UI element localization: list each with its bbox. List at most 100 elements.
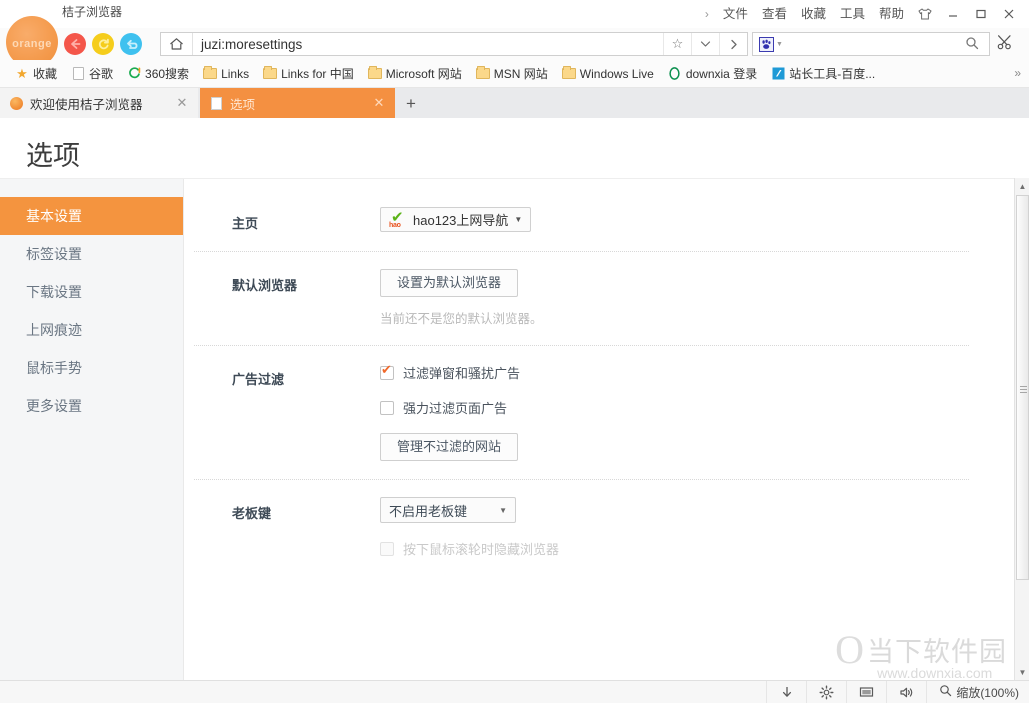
scroll-up-arrow-icon[interactable]: ▲ bbox=[1015, 178, 1029, 194]
bookmark-label: 收藏 bbox=[33, 65, 57, 82]
sidebar-item-more-settings[interactable]: 更多设置 bbox=[0, 387, 183, 425]
tab-bar: 欢迎使用桔子浏览器 ✕ 选项 ✕ + bbox=[0, 88, 1029, 118]
app-logo-label: orange bbox=[12, 38, 52, 50]
manage-whitelist-button[interactable]: 管理不过滤的网站 bbox=[380, 433, 518, 461]
bookmark-item-downxia-login[interactable]: downxia 登录 bbox=[661, 63, 764, 85]
baidu-paw-icon[interactable] bbox=[759, 37, 774, 52]
setting-body-homepage: ✔hao hao123上网导航 ▼ bbox=[380, 207, 1014, 233]
search-input[interactable] bbox=[965, 36, 979, 53]
page-title: 选项 bbox=[26, 134, 80, 173]
setting-row-boss-key: 老板键 不启用老板键 ▼ 按下鼠标滚轮时隐藏浏览器 bbox=[184, 479, 1014, 576]
menu-item-file[interactable]: 文件 bbox=[716, 0, 755, 28]
home-icon[interactable] bbox=[161, 33, 193, 55]
bookmark-item-chinaz-tool[interactable]: 站长工具-百度... bbox=[764, 63, 882, 85]
downloads-icon[interactable] bbox=[766, 681, 806, 703]
screenshot-scissors-icon[interactable] bbox=[997, 34, 1014, 56]
checkbox-row-popup-filter[interactable]: 过滤弹窗和骚扰广告 bbox=[380, 363, 1014, 382]
folder-icon bbox=[203, 67, 217, 81]
zoom-search-icon bbox=[939, 684, 952, 700]
sidebar-item-label: 鼠标手势 bbox=[26, 358, 82, 378]
menu-item-help[interactable]: 帮助 bbox=[872, 0, 911, 28]
scroll-down-arrow-icon[interactable]: ▼ bbox=[1015, 664, 1029, 680]
bookmark-item-360search[interactable]: 360搜索 bbox=[120, 63, 196, 85]
tool-icon bbox=[771, 67, 785, 81]
search-bar[interactable]: ▼ bbox=[752, 32, 990, 56]
back-button[interactable] bbox=[64, 33, 86, 55]
tab-label: 欢迎使用桔子浏览器 bbox=[30, 94, 174, 113]
skin-icon[interactable] bbox=[911, 1, 939, 27]
checkbox-hide-on-wheel bbox=[380, 542, 394, 556]
sidebar-item-mouse-gestures[interactable]: 鼠标手势 bbox=[0, 349, 183, 387]
bookmark-label: downxia 登录 bbox=[686, 65, 757, 82]
go-button[interactable] bbox=[719, 33, 747, 55]
search-engine-caret-icon[interactable]: ▼ bbox=[776, 41, 783, 48]
screen-mode-icon[interactable] bbox=[846, 681, 886, 703]
bookmarks-overflow-icon[interactable]: » bbox=[1014, 66, 1021, 80]
tab-label: 选项 bbox=[230, 94, 371, 113]
page-icon bbox=[71, 67, 85, 81]
tab-welcome[interactable]: 欢迎使用桔子浏览器 ✕ bbox=[0, 88, 198, 118]
bookmark-item-links-china[interactable]: Links for 中国 bbox=[256, 63, 361, 85]
bookmark-label: Links bbox=[221, 67, 249, 81]
menu-item-tools[interactable]: 工具 bbox=[833, 0, 872, 28]
boss-key-value: 不启用老板键 bbox=[389, 501, 467, 520]
menu-item-favorites[interactable]: 收藏 bbox=[794, 0, 833, 28]
homepage-dropdown[interactable]: ✔hao hao123上网导航 ▼ bbox=[380, 207, 531, 232]
bookmark-star-icon[interactable]: ☆ bbox=[663, 33, 691, 55]
chevron-down-icon[interactable] bbox=[691, 33, 719, 55]
close-button[interactable] bbox=[995, 1, 1023, 27]
checkbox-row-strong-filter[interactable]: 强力过滤页面广告 bbox=[380, 398, 1014, 417]
tab-close-icon[interactable]: ✕ bbox=[371, 95, 387, 111]
bookmark-label: MSN 网站 bbox=[494, 65, 548, 82]
bookmark-label: 谷歌 bbox=[89, 65, 113, 82]
bookmark-item-favorites[interactable]: ★ 收藏 bbox=[8, 63, 64, 85]
tab-options[interactable]: 选项 ✕ bbox=[200, 88, 395, 118]
sound-icon[interactable] bbox=[886, 681, 926, 703]
menu-expand-icon[interactable]: › bbox=[698, 0, 716, 28]
page-scrollbar[interactable]: ▲ ▼ bbox=[1014, 178, 1029, 680]
menu-item-view[interactable]: 查看 bbox=[755, 0, 794, 28]
address-input[interactable]: juzi:moresettings bbox=[193, 37, 663, 52]
sidebar-item-label: 基本设置 bbox=[26, 206, 82, 226]
scrollbar-grip-icon bbox=[1020, 386, 1027, 393]
boss-key-select[interactable]: 不启用老板键 ▼ bbox=[380, 497, 516, 523]
zoom-label: 缩放(100%) bbox=[956, 684, 1019, 701]
sidebar-item-browsing-history[interactable]: 上网痕迹 bbox=[0, 311, 183, 349]
settings-panel: 主页 ✔hao hao123上网导航 ▼ 默认浏览器 bbox=[184, 179, 1014, 680]
folder-icon bbox=[368, 67, 382, 81]
zoom-control[interactable]: 缩放(100%) bbox=[926, 681, 1029, 703]
gear-icon[interactable] bbox=[806, 681, 846, 703]
menu-bar: › 文件 查看 收藏 工具 帮助 bbox=[698, 0, 1023, 28]
bookmark-item-msn[interactable]: MSN 网站 bbox=[469, 63, 555, 85]
star-icon: ★ bbox=[15, 67, 29, 81]
undo-close-tab-button[interactable] bbox=[120, 33, 142, 55]
checkbox-popup-filter[interactable] bbox=[380, 366, 394, 380]
bookmark-item-microsoft[interactable]: Microsoft 网站 bbox=[361, 63, 469, 85]
chevron-down-icon: ▼ bbox=[514, 215, 522, 224]
sidebar-item-label: 更多设置 bbox=[26, 396, 82, 416]
bookmark-label: Windows Live bbox=[580, 67, 654, 81]
minimize-button[interactable] bbox=[939, 1, 967, 27]
default-browser-hint: 当前还不是您的默认浏览器。 bbox=[380, 308, 1014, 327]
status-bar: 缩放(100%) bbox=[0, 680, 1029, 703]
bookmark-item-google[interactable]: 谷歌 bbox=[64, 63, 120, 85]
scrollbar-thumb[interactable] bbox=[1016, 195, 1029, 580]
set-default-browser-button[interactable]: 设置为默认浏览器 bbox=[380, 269, 518, 297]
bookmark-item-links[interactable]: Links bbox=[196, 63, 256, 85]
sidebar-item-tab-settings[interactable]: 标签设置 bbox=[0, 235, 183, 273]
app-title: 桔子浏览器 bbox=[62, 3, 122, 20]
tab-favicon-icon bbox=[8, 95, 24, 111]
address-bar[interactable]: juzi:moresettings ☆ bbox=[160, 32, 748, 56]
sidebar-item-basic-settings[interactable]: 基本设置 bbox=[0, 197, 183, 235]
bookmark-item-windows-live[interactable]: Windows Live bbox=[555, 63, 661, 85]
bookmark-label: 360搜索 bbox=[145, 65, 189, 82]
maximize-button[interactable] bbox=[967, 1, 995, 27]
reload-button[interactable] bbox=[92, 33, 114, 55]
sidebar-item-download-settings[interactable]: 下载设置 bbox=[0, 273, 183, 311]
tab-close-icon[interactable]: ✕ bbox=[174, 95, 190, 111]
checkbox-label: 强力过滤页面广告 bbox=[403, 398, 507, 417]
setting-label-default-browser: 默认浏览器 bbox=[232, 269, 380, 327]
new-tab-button[interactable]: + bbox=[400, 93, 422, 115]
checkbox-strong-filter[interactable] bbox=[380, 401, 394, 415]
title-bar: 桔子浏览器 › 文件 查看 收藏 工具 帮助 bbox=[0, 0, 1029, 28]
